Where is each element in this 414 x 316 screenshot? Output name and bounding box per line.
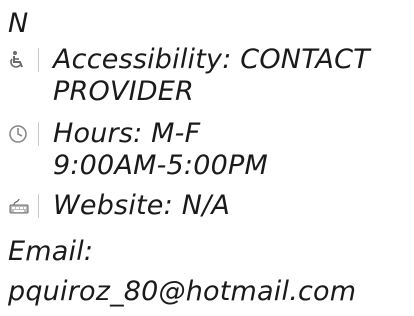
email-value[interactable]: pquiroz_80@hotmail.com [8, 276, 356, 308]
website-text: Website: N/A [53, 190, 231, 221]
header-text: N [8, 8, 29, 39]
clock-icon [8, 120, 32, 148]
hours-text-cont: 9:00AM-5:00PM [53, 150, 268, 181]
wheelchair-icon [8, 46, 32, 74]
accessibility-row: Accessibility: CONTACT PROVIDER [8, 44, 370, 108]
email-label: Email: [8, 236, 94, 267]
accessibility-text-cont: PROVIDER [53, 76, 194, 107]
keyboard-icon [8, 192, 32, 220]
hours-row: Hours: M-F 9:00AM-5:00PM [8, 118, 268, 182]
hours-text: Hours: M-F [53, 118, 201, 149]
accessibility-text: Accessibility: CONTACT [53, 44, 370, 75]
website-row: Website: N/A [8, 190, 230, 222]
